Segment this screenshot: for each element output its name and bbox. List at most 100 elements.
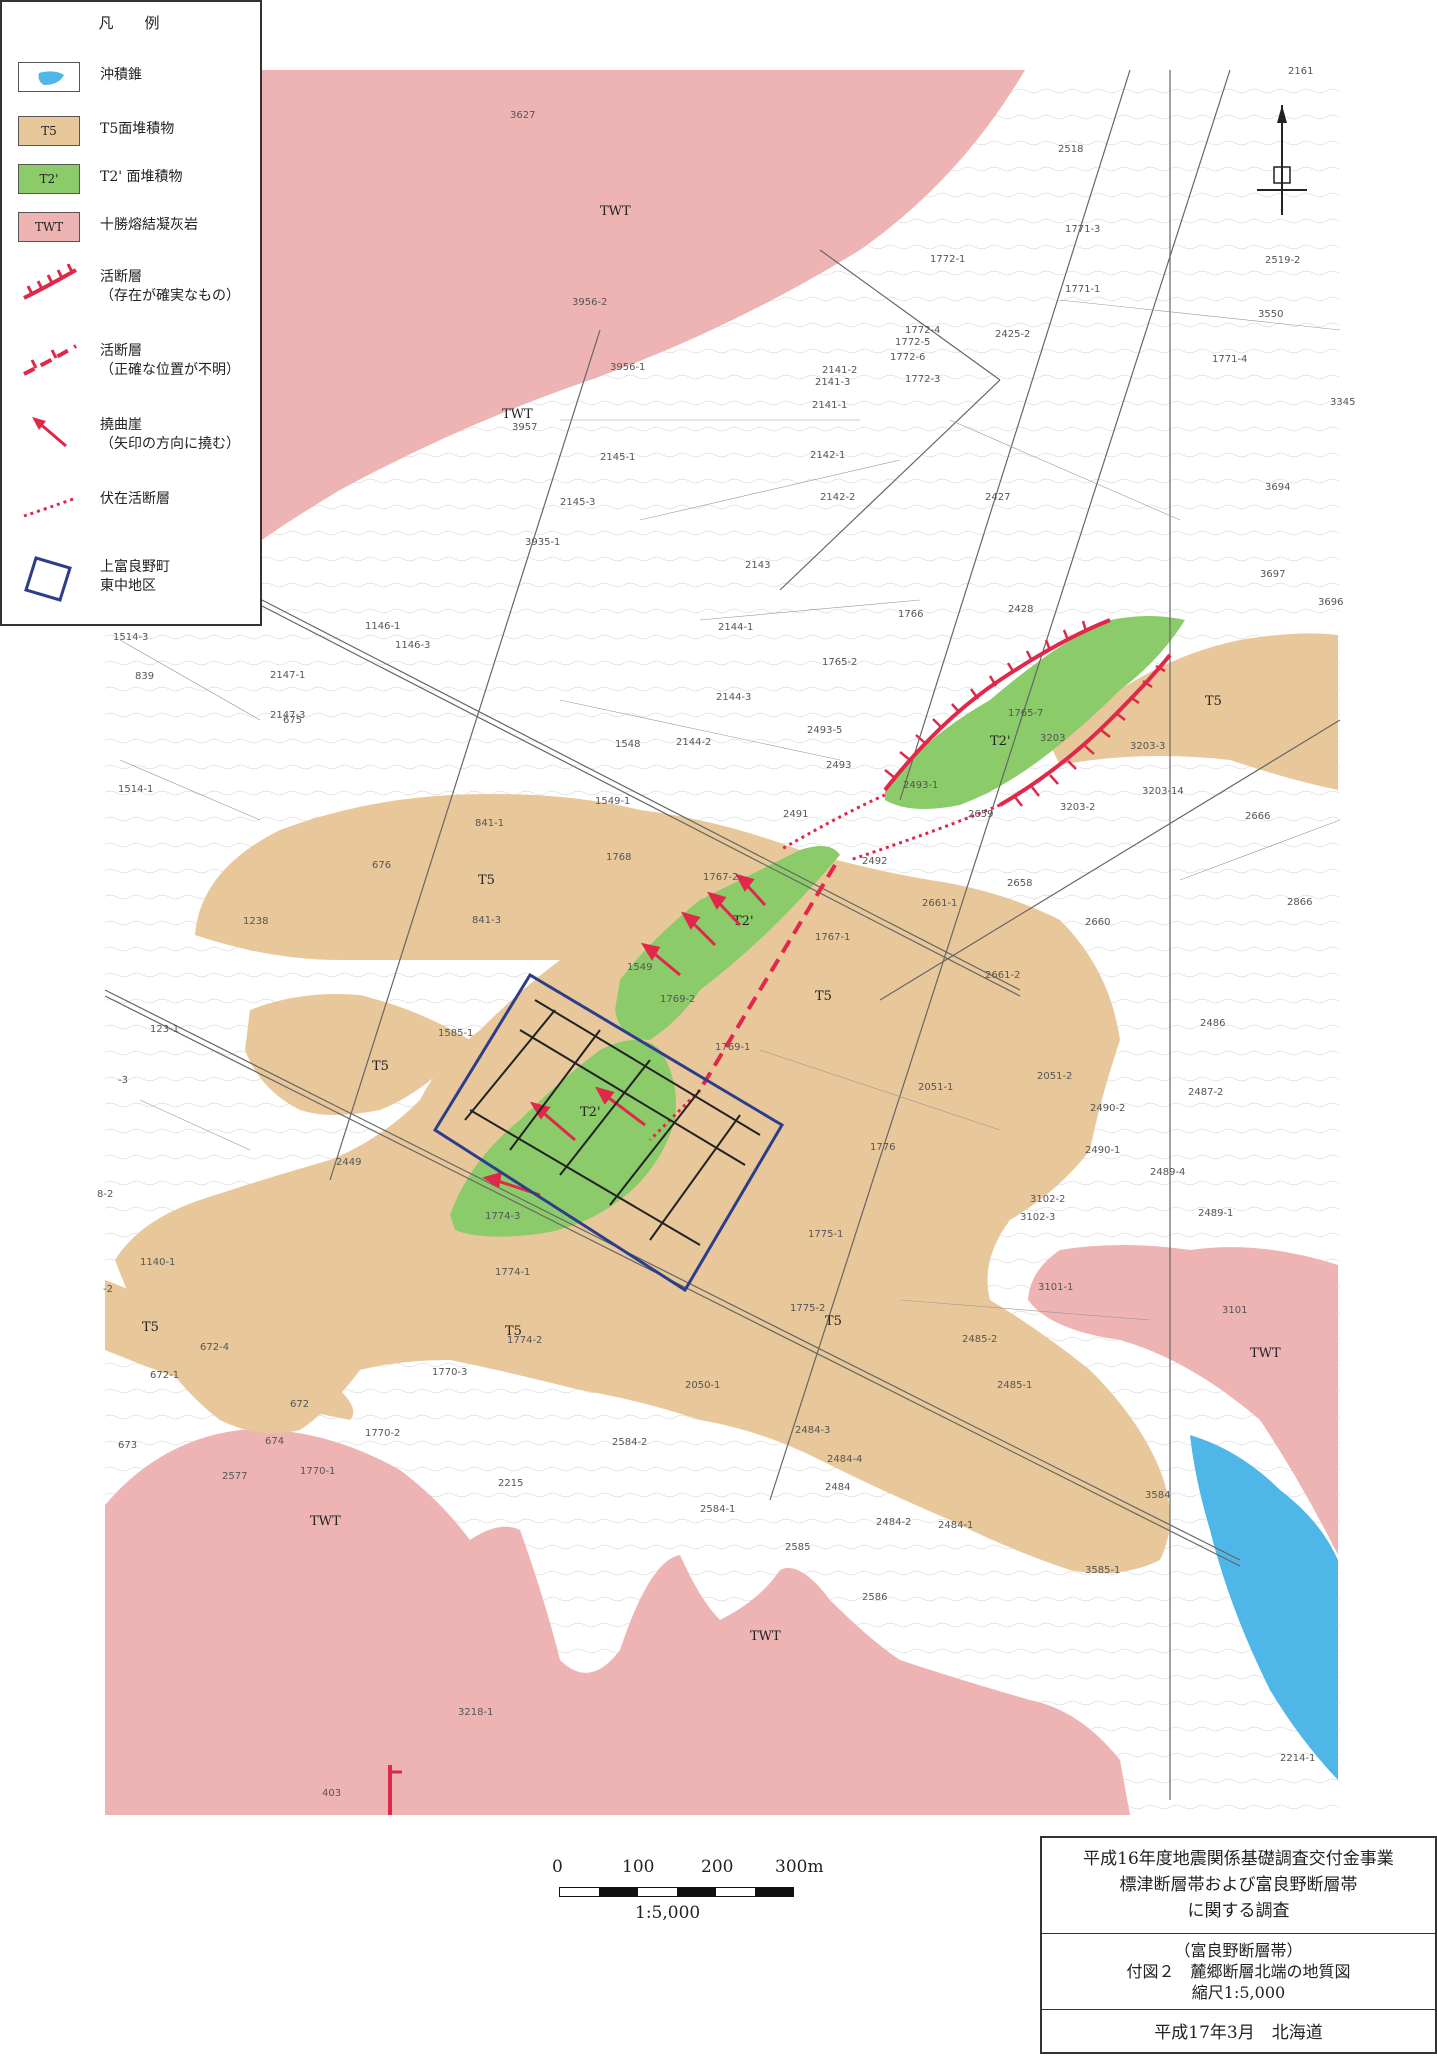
title-block: 平成16年度地震関係基礎調査交付金事業 標津断層帯および富良野断層帯 に関する調… (1040, 1836, 1437, 2054)
parcel-number: 2051-2 (1037, 1071, 1072, 1082)
parcel-number: 2147-1 (270, 670, 305, 681)
unit-label-t5: T5 (478, 873, 495, 888)
parcel-number: 1766 (898, 609, 923, 620)
legend-item-area: 上富良野町 東中地区 (16, 554, 256, 614)
legend-item-alluvial: 沖積錐 (16, 62, 256, 106)
parcel-number: 2141-1 (812, 400, 847, 411)
parcel-number: 1768 (606, 852, 631, 863)
legend-item-t2: T2' T2' 面堆積物 (16, 164, 256, 208)
parcel-number: 1514-3 (113, 632, 148, 643)
unit-label-twt: TWT (750, 1629, 781, 1644)
legend-item-t5: T5 T5面堆積物 (16, 116, 256, 160)
parcel-number: 1772-4 (905, 325, 940, 336)
t5-swatch: T5 (18, 116, 80, 146)
parcel-number: 2486 (1200, 1018, 1225, 1029)
parcel-number: 2161 (1288, 66, 1313, 77)
parcel-number: 1140-1 (140, 1257, 175, 1268)
legend-label: 活断層 （正確な位置が不明） (100, 343, 240, 378)
parcel-number: 2584-2 (612, 1437, 647, 1448)
date-org: 平成17年3月 北海道 (1042, 2010, 1435, 2052)
parcel-number: 2490-1 (1085, 1145, 1120, 1156)
unit-label-t5: T5 (815, 989, 832, 1004)
unit-label-twt: TWT (600, 204, 631, 219)
parcel-number: 2585 (785, 1542, 810, 1553)
parcel-number: 2487-2 (1188, 1087, 1223, 1098)
scale-bar-graphic (559, 1887, 794, 1897)
unit-label-twt: TWT (502, 407, 533, 422)
unit-label-t5: T5 (372, 1059, 389, 1074)
parcel-number: 1548 (615, 739, 640, 750)
parcel-number: 1775-2 (790, 1303, 825, 1314)
parcel-number: 3697 (1260, 569, 1285, 580)
project-title-line: に関する調査 (1187, 1901, 1290, 1921)
parcel-number: 1774-3 (485, 1211, 520, 1222)
parcel-number: 2144-3 (716, 692, 751, 703)
parcel-number: 3627 (510, 110, 535, 121)
parcel-number: 3550 (1258, 309, 1283, 320)
parcel-number: 2492 (862, 856, 887, 867)
parcel-number: 839 (135, 671, 154, 682)
parcel-number: 3585-1 (1085, 1565, 1120, 1576)
parcel-number: 2490-2 (1090, 1103, 1125, 1114)
parcel-number: 2484-1 (938, 1520, 973, 1531)
legend-item-concealed: 伏在活断層 (16, 486, 256, 530)
parcel-number: 2661-1 (922, 898, 957, 909)
figure-title-line: 付図２ 麓郷断層北端の地質図 (1126, 1962, 1351, 1981)
parcel-number: 3345 (1330, 397, 1355, 408)
legend-label: 上富良野町 東中地区 (100, 559, 170, 594)
parcel-number: 1772-6 (890, 352, 925, 363)
legend: 凡 例 沖積錐 T5 T5面堆積物 T2' T2' 面堆積物 TWT 十勝熔結凝… (0, 0, 262, 626)
parcel-number: 2142-1 (810, 450, 845, 461)
parcel-number: 676 (372, 860, 391, 871)
parcel-number: 1770-3 (432, 1367, 467, 1378)
parcel-number: 2144-1 (718, 622, 753, 633)
parcel-number: 2484-3 (795, 1425, 830, 1436)
parcel-number: 2577 (222, 1471, 247, 1482)
legend-label: T5面堆積物 (100, 121, 175, 137)
project-title: 平成16年度地震関係基礎調査交付金事業 標津断層帯および富良野断層帯 に関する調… (1042, 1838, 1435, 1934)
parcel-number: 1765-7 (1008, 708, 1043, 719)
parcel-number: 3101-1 (1038, 1282, 1073, 1293)
parcel-number: 1770-2 (365, 1428, 400, 1439)
parcel-number: 2144-2 (676, 737, 711, 748)
scale-bar: 0 100 200 300m 1:5,000 (535, 1855, 855, 1925)
parcel-number: 2427 (985, 492, 1010, 503)
parcel-number: 672-1 (150, 1370, 179, 1381)
legend-item-flexure: 撓曲崖 （矢印の方向に撓む） (16, 412, 256, 468)
parcel-number: 841-1 (475, 818, 504, 829)
unit-label-t2: T2' (990, 734, 1011, 749)
t2-swatch: T2' (18, 164, 80, 194)
parcel-number: 2141-3 (815, 377, 850, 388)
parcel-number: 1775-1 (808, 1229, 843, 1240)
parcel-number: 3203-14 (1142, 786, 1184, 797)
parcel-number: 2449 (336, 1157, 361, 1168)
legend-item-fault-certain: 活断層 （存在が確実なもの） (16, 263, 256, 324)
legend-label: T2' 面堆積物 (100, 169, 183, 185)
parcel-number: 1549-1 (595, 796, 630, 807)
parcel-number: 1772-3 (905, 374, 940, 385)
parcel-number: 1770-1 (300, 1466, 335, 1477)
parcel-number: 1771-3 (1065, 224, 1100, 235)
parcel-number: 1772-5 (895, 337, 930, 348)
parcel-number: 3203 (1040, 733, 1065, 744)
parcel-number: -3 (118, 1075, 128, 1086)
unit-label-t5: T5 (825, 1314, 842, 1329)
parcel-number: 1774-1 (495, 1267, 530, 1278)
parcel-number: 2493-1 (903, 780, 938, 791)
parcel-number: 3956-2 (572, 297, 607, 308)
parcel-number: 2143 (745, 560, 770, 571)
parcel-number: 1146-1 (365, 621, 400, 632)
figure-title: （富良野断層帯） 付図２ 麓郷断層北端の地質図 縮尺1:5,000 (1042, 1934, 1435, 2010)
parcel-number: 2215 (498, 1478, 523, 1489)
parcel-number: 2519-2 (1265, 255, 1300, 266)
parcel-number: 2666 (1245, 811, 1270, 822)
legend-item-twt: TWT 十勝熔結凝灰岩 (16, 212, 256, 256)
parcel-number: 2518 (1058, 144, 1083, 155)
parcel-number: 1776 (870, 1142, 895, 1153)
parcel-number: 3203-3 (1130, 741, 1165, 752)
parcel-number: 1767-2 (703, 872, 738, 883)
scale-tick-label: 200 (701, 1857, 734, 1877)
parcel-number: 2214-1 (1280, 1753, 1315, 1764)
parcel-number: 1771-1 (1065, 284, 1100, 295)
scale-tick-label: 100 (622, 1857, 655, 1877)
